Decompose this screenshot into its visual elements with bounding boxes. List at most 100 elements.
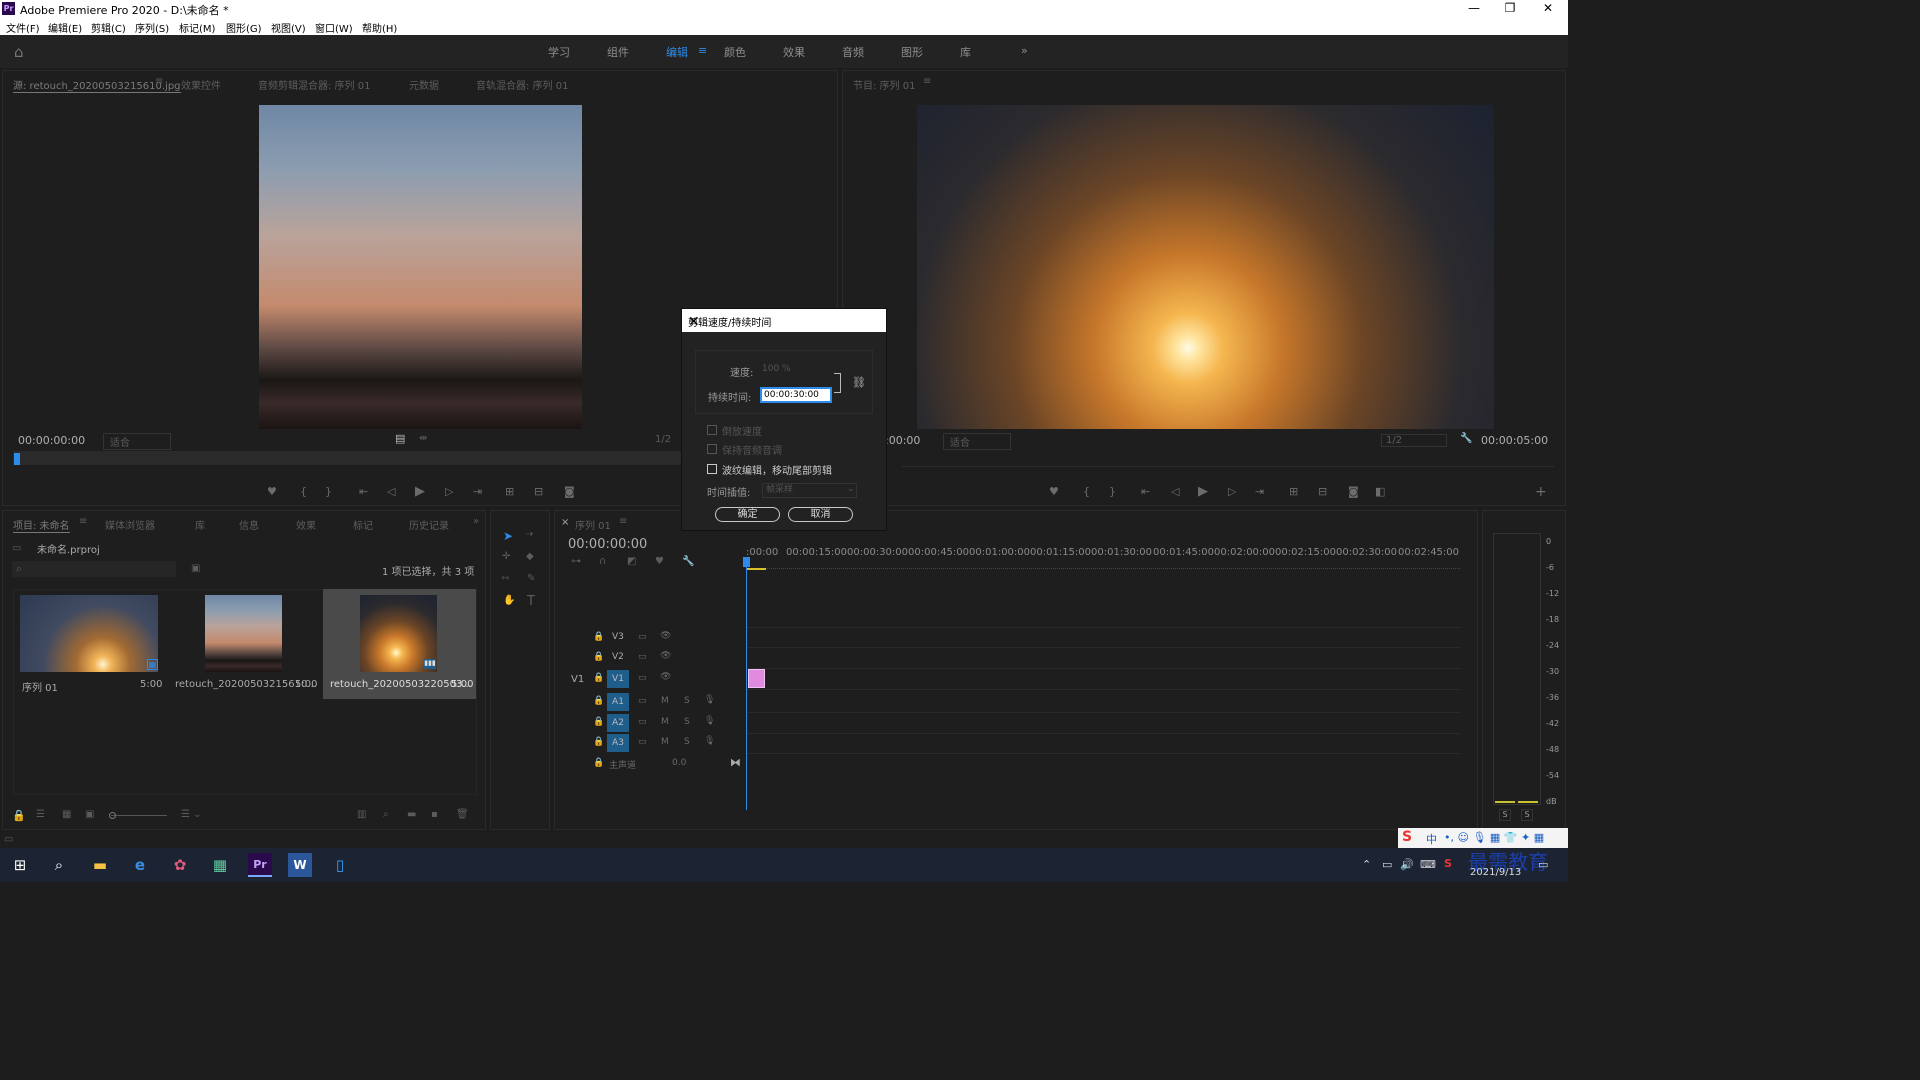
mute-button[interactable]: M (661, 737, 669, 747)
tab-effects[interactable]: 效果 (296, 517, 316, 532)
tab-audio-clip-mixer[interactable]: 音频剪辑混合器: 序列 01 (258, 77, 370, 92)
source-patch-v1[interactable]: V1 (571, 674, 584, 685)
play-icon[interactable]: ▶ (415, 484, 425, 499)
list-view-icon[interactable]: ☰ (36, 809, 45, 820)
tab-history[interactable]: 历史记录 (409, 517, 449, 532)
track-target-a2[interactable]: A2 (607, 714, 629, 732)
program-mark-out-icon[interactable]: } (1109, 485, 1116, 498)
panel-menu-icon[interactable]: ≡ (155, 76, 163, 87)
tab-markers[interactable]: 标记 (353, 517, 373, 532)
freeform-view-icon[interactable]: ▣ (85, 809, 94, 820)
tab-libraries[interactable]: 库 (195, 517, 205, 532)
menu-graphics[interactable]: 图形(G) (226, 20, 262, 35)
zoom-slider[interactable] (111, 815, 167, 816)
mute-button[interactable]: M (661, 696, 669, 706)
menu-help[interactable]: 帮助(H) (362, 20, 397, 35)
source-playhead[interactable] (14, 453, 20, 465)
sogou-logo-icon[interactable]: S (1402, 829, 1412, 845)
ime-language[interactable]: 中 (1426, 831, 1437, 847)
edge-browser-icon[interactable]: e (128, 853, 152, 877)
go-to-end-icon[interactable]: ⧓ (730, 756, 741, 769)
input-method-icon[interactable]: ⌨ (1420, 858, 1436, 871)
solo-button[interactable]: S (684, 717, 690, 727)
timeline-playhead[interactable] (746, 558, 747, 810)
network-icon[interactable]: ▭ (1382, 858, 1392, 871)
menu-clip[interactable]: 剪辑(C) (91, 20, 126, 35)
search-taskbar-icon[interactable]: ⌕ (47, 853, 71, 877)
program-timecode-left[interactable]: :00:00 (885, 434, 920, 447)
project-search-input[interactable]: ⌕ (12, 561, 176, 577)
program-time-ruler[interactable] (903, 455, 1553, 467)
hand-tool-icon[interactable]: ✋ (503, 595, 515, 606)
paint-app-icon[interactable]: ✿ (168, 853, 192, 877)
workspace-menu-icon[interactable]: ≡ (698, 44, 707, 57)
go-to-out-icon[interactable]: ⇥ (473, 485, 482, 498)
source-ratio-select[interactable]: 1/2 (655, 434, 671, 445)
track-lock-icon[interactable]: 🔒 (593, 652, 604, 662)
razor-tool-icon[interactable]: ◆ (526, 551, 534, 562)
solo-button[interactable]: S (684, 696, 690, 706)
extract-icon[interactable]: ⊟ (1318, 485, 1327, 498)
automate-icon[interactable]: ▥ (357, 809, 366, 820)
time-interpolation-select[interactable]: 帧采样 (762, 483, 857, 498)
mic-icon[interactable]: 🎙 (704, 695, 715, 705)
overwrite-icon[interactable]: ⊟ (534, 485, 543, 498)
mic-icon[interactable]: 🎙 (704, 736, 715, 746)
timeline-timecode[interactable]: 00:00:00:00 (568, 537, 647, 552)
program-panel-menu-icon[interactable]: ≡ (923, 76, 931, 87)
app-icon[interactable]: ▯ (328, 853, 352, 877)
sync-lock-icon[interactable]: ▭ (638, 737, 647, 747)
menu-marker[interactable]: 标记(M) (179, 20, 215, 35)
mute-button[interactable]: M (661, 717, 669, 727)
solo-left-button[interactable]: S (1499, 809, 1511, 821)
reverse-speed-checkbox[interactable] (707, 425, 717, 435)
work-area-bar[interactable] (746, 568, 766, 570)
eye-icon[interactable]: 👁 (660, 651, 671, 661)
add-marker-timeline-icon[interactable]: ♥ (655, 556, 664, 567)
program-go-to-in-icon[interactable]: ⇤ (1141, 485, 1150, 498)
track-lock-icon[interactable]: 🔒 (593, 696, 604, 706)
timeline-panel-menu-icon[interactable]: ≡ (619, 516, 627, 527)
maintain-pitch-checkbox[interactable] (707, 444, 717, 454)
close-window-button[interactable]: ✕ (1530, 0, 1566, 18)
workspace-graphics[interactable]: 图形 (901, 44, 923, 60)
button-editor-icon[interactable]: + (1535, 484, 1547, 500)
notification-icon[interactable]: ▭ (1538, 858, 1548, 871)
workspace-more-icon[interactable]: » (1021, 44, 1028, 57)
sort-icon[interactable]: ☰ ⌄ (181, 809, 202, 820)
track-lock-icon[interactable]: 🔒 (593, 673, 604, 683)
clip-v1[interactable] (748, 669, 765, 688)
project-item-selected[interactable]: ▮▮▮ retouch_20200503220503... 5:00 (323, 589, 476, 699)
go-to-in-icon[interactable]: ⇤ (359, 485, 368, 498)
new-bin-from-search-icon[interactable]: ▣ (191, 563, 200, 574)
workspace-audio[interactable]: 音频 (842, 44, 864, 60)
link-chain-icon[interactable]: ⛓ (852, 376, 866, 389)
program-ratio-select[interactable]: 1/2 (1381, 434, 1447, 447)
timeline-settings-icon[interactable]: 🔧 (682, 556, 694, 567)
tab-info[interactable]: 信息 (239, 517, 259, 532)
tab-program[interactable]: 节目: 序列 01 (853, 77, 915, 92)
track-select-tool-icon[interactable]: ⇢ (525, 529, 533, 540)
file-explorer-icon[interactable]: ▬ (88, 853, 112, 877)
project-item[interactable]: ▦ 序列 01 5:00 (15, 589, 165, 699)
track-target-a3[interactable]: A3 (607, 734, 629, 752)
premiere-taskbar-icon[interactable]: Pr (248, 853, 272, 877)
volume-icon[interactable]: 🔊 (1400, 858, 1414, 871)
track-lock-icon[interactable]: 🔒 (593, 717, 604, 727)
ime-tools-icon[interactable]: •, ☺ 🎙 ▦ 👕 ✦ ▦ (1444, 831, 1544, 844)
mark-in-icon[interactable]: { (300, 485, 307, 498)
slip-tool-icon[interactable]: ⇿ (501, 573, 509, 584)
solo-button[interactable]: S (684, 737, 690, 747)
track-lock-icon[interactable]: 🔒 (593, 737, 604, 747)
program-play-icon[interactable]: ▶ (1198, 484, 1208, 499)
sync-lock-icon[interactable]: ▭ (638, 652, 647, 662)
source-fit-select[interactable]: 适合 (103, 433, 171, 450)
step-back-icon[interactable]: ◁ (387, 485, 395, 498)
ripple-edit-checkbox[interactable] (707, 464, 717, 474)
workspace-color[interactable]: 颜色 (724, 44, 746, 60)
new-item-icon[interactable]: ▪ (431, 809, 438, 820)
more-tabs-icon[interactable]: » (473, 516, 479, 527)
project-item[interactable]: retouch_20200503215610... 5:00 (169, 589, 319, 699)
close-tab-icon[interactable]: × (561, 517, 569, 528)
program-add-marker-icon[interactable]: ♥ (1049, 485, 1059, 498)
